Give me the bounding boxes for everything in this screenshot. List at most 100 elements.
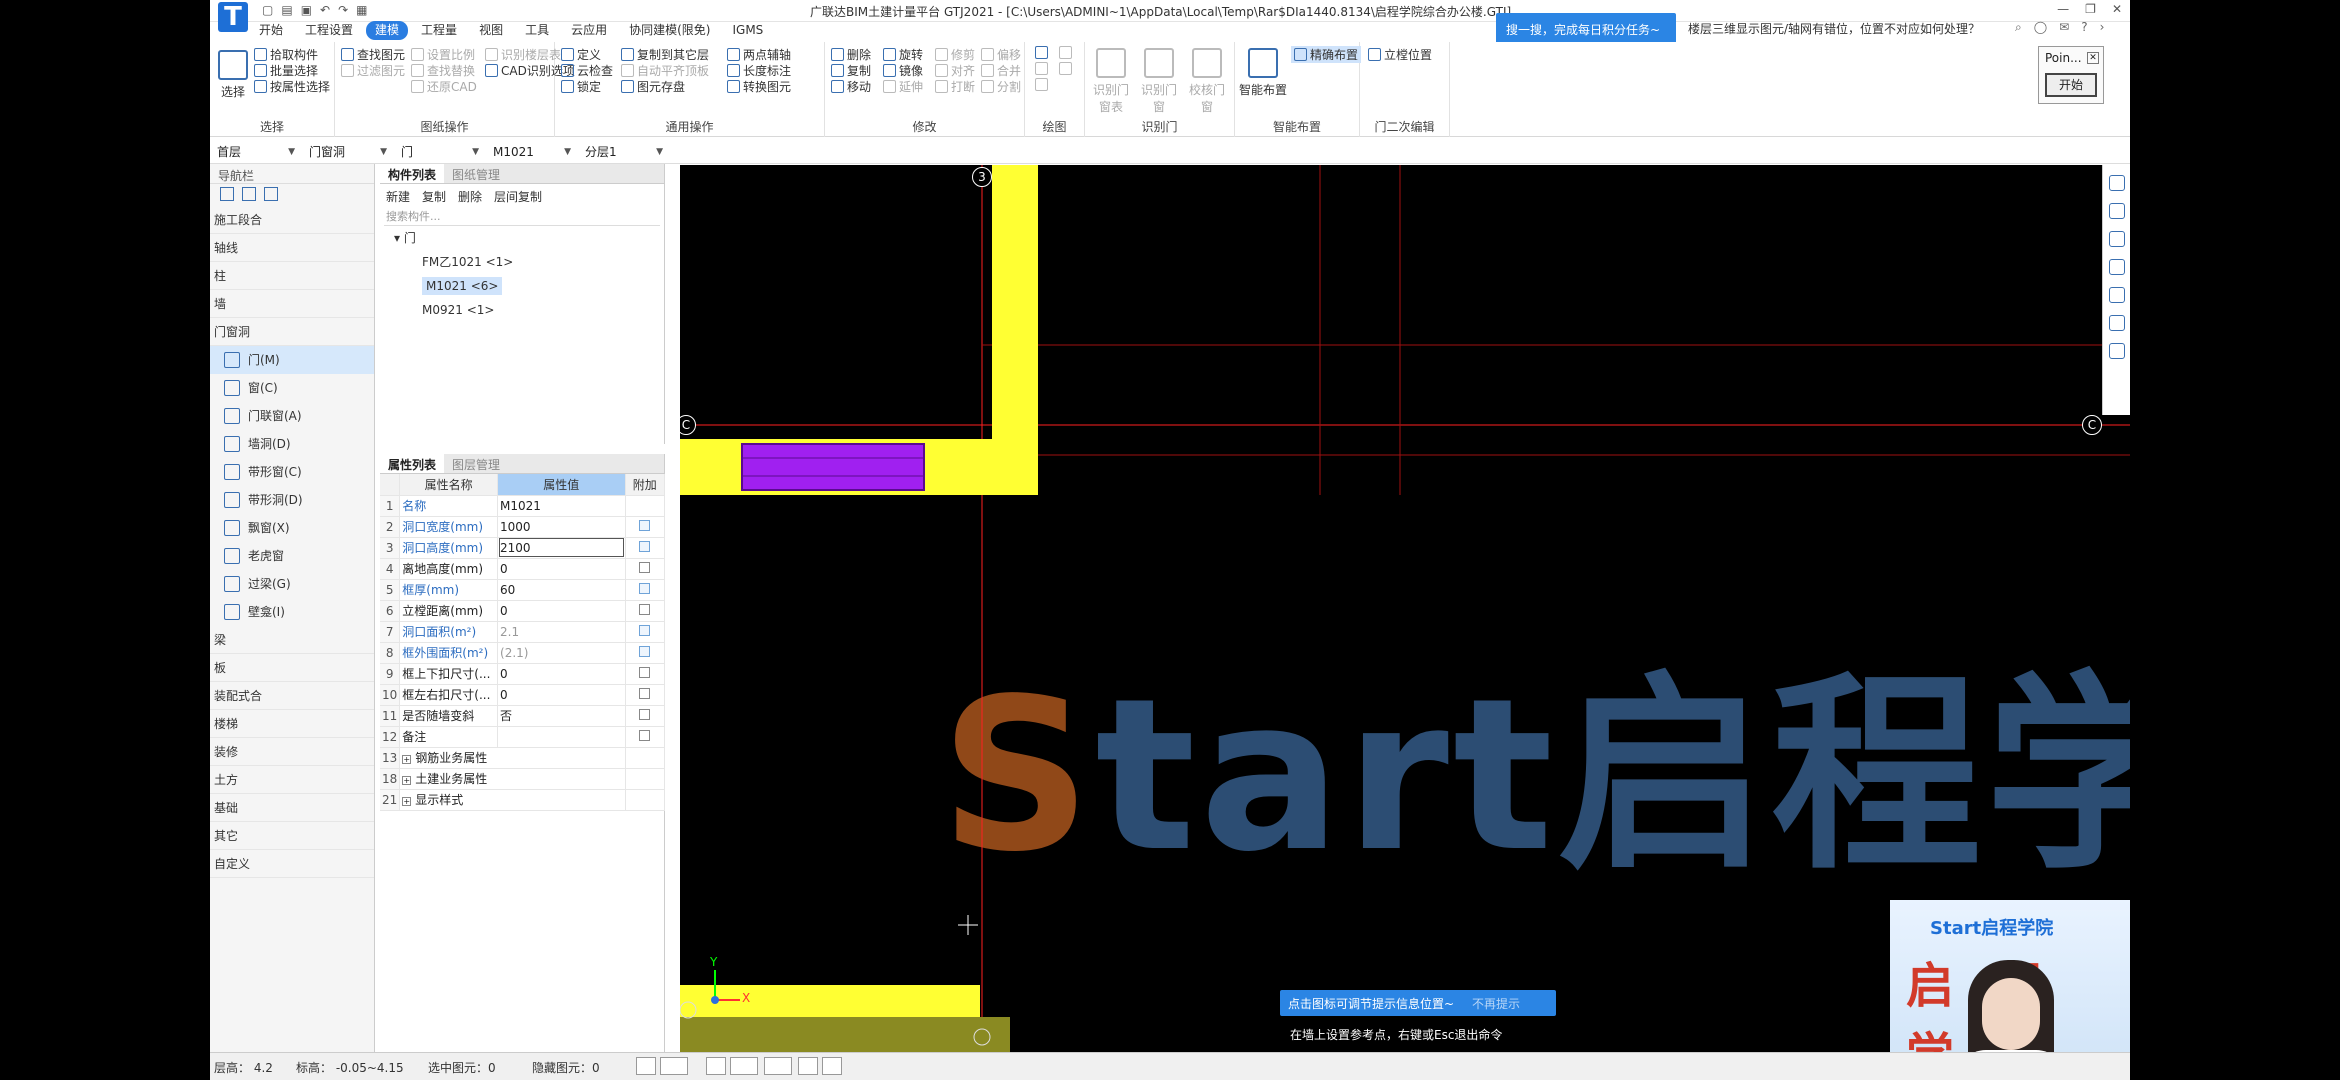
set-scale-button[interactable]: 设置比例 <box>411 46 475 63</box>
tree-item[interactable]: FM乙1021 <1> <box>394 250 664 274</box>
point-start-button[interactable]: 开始 <box>2045 73 2097 97</box>
extra-checkbox[interactable] <box>625 495 666 517</box>
property-value[interactable] <box>497 726 626 748</box>
property-group-row[interactable]: 18 + 土建业务属性 <box>380 768 666 790</box>
wall-bottom-lower[interactable] <box>680 1017 1010 1052</box>
tab-property-list[interactable]: 属性列表 <box>380 454 445 473</box>
nav-item-door-window[interactable]: 门联窗(A) <box>210 402 374 430</box>
pick-component-button[interactable]: 拾取构件 <box>254 46 318 63</box>
nav-cat-custom[interactable]: 自定义 <box>210 850 374 878</box>
tab-tools[interactable]: 工具 <box>516 21 558 40</box>
search-tip[interactable]: 搜一搜，完成每日积分任务~ <box>1496 13 1676 45</box>
settings-icon[interactable] <box>2108 315 2125 331</box>
property-group[interactable]: + 显示样式 <box>399 789 626 811</box>
two-point-axis-button[interactable]: 两点辅轴 <box>727 46 791 63</box>
checkbox-icon[interactable] <box>639 666 651 678</box>
extra-checkbox[interactable] <box>625 642 666 664</box>
lock-button[interactable]: 锁定 <box>561 78 601 95</box>
top-view-icon[interactable] <box>2108 231 2125 247</box>
precise-layout-button[interactable]: 精确布置 <box>1291 46 1362 63</box>
door-m1021[interactable] <box>741 443 925 491</box>
property-group-row[interactable]: 21 + 显示样式 <box>380 789 666 811</box>
property-value[interactable]: (2.1) <box>497 642 626 664</box>
nav-cat-decoration[interactable]: 装修 <box>210 738 374 766</box>
layer-icon[interactable] <box>2108 259 2125 275</box>
define-button[interactable]: 定义 <box>561 46 601 63</box>
move-button[interactable]: 移动 <box>831 78 871 95</box>
property-row[interactable]: 11 是否随墙变斜否 <box>380 705 666 727</box>
point-draw-button[interactable] <box>1035 46 1048 59</box>
cloud-check-button[interactable]: 云检查 <box>561 62 613 79</box>
property-value[interactable]: 0 <box>497 663 626 685</box>
nav-cat-construction[interactable]: 施工段合 <box>210 206 374 234</box>
checkbox-icon[interactable] <box>639 687 651 699</box>
pin-icon[interactable] <box>220 187 234 201</box>
type-select[interactable]: 门 ▼ <box>396 143 484 161</box>
nav-cat-stairs[interactable]: 楼梯 <box>210 710 374 738</box>
axis-label-c-right[interactable]: C <box>2082 415 2102 435</box>
nav-cat-column[interactable]: 柱 <box>210 262 374 290</box>
search-icon[interactable]: ⌕ <box>2015 20 2022 35</box>
close-icon[interactable]: ✕ <box>2112 2 2122 16</box>
checkbox-icon[interactable] <box>639 645 651 657</box>
align-button[interactable]: 对齐 <box>935 62 975 79</box>
checkbox-icon[interactable] <box>639 729 651 741</box>
filter-element-button[interactable]: 过滤图元 <box>341 62 405 79</box>
axis-label-3[interactable]: 3 <box>972 167 992 187</box>
tab-layer-management[interactable]: 图层管理 <box>444 454 508 473</box>
new-icon[interactable]: ▢ <box>262 3 273 19</box>
auto-align-slab-button[interactable]: 自动平齐顶板 <box>621 62 709 79</box>
offset-mode-icon[interactable] <box>764 1057 792 1075</box>
property-value[interactable]: 2.1 <box>497 621 626 643</box>
extra-checkbox[interactable] <box>625 516 666 538</box>
extra-checkbox[interactable] <box>625 726 666 748</box>
smart-layout-button[interactable]: 智能布置 <box>1239 48 1287 98</box>
property-group-row[interactable]: 13 + 钢筋业务属性 <box>380 747 666 769</box>
nav-item-strip-window[interactable]: 带形窗(C) <box>210 458 374 486</box>
trim-button[interactable]: 修剪 <box>935 46 975 63</box>
tab-component-list[interactable]: 构件列表 <box>380 164 445 183</box>
nav-item-window[interactable]: 窗(C) <box>210 374 374 402</box>
check-door-button[interactable]: 校核门窗 <box>1185 48 1229 115</box>
minimize-icon[interactable]: — <box>2057 2 2069 16</box>
copy-component-button[interactable]: 复制 <box>422 188 446 204</box>
nav-cat-opening[interactable]: 门窗洞 <box>210 318 374 346</box>
split-button[interactable]: 分割 <box>981 78 1021 95</box>
property-row[interactable]: 2 洞口宽度(mm) 1000 <box>380 516 666 538</box>
delete-button[interactable]: 删除 <box>831 46 871 63</box>
tab-drawing-management[interactable]: 图纸管理 <box>444 164 508 183</box>
property-value[interactable]: 0 <box>497 600 626 622</box>
property-value[interactable]: 否 <box>497 705 626 727</box>
property-group[interactable]: + 钢筋业务属性 <box>399 747 626 769</box>
nav-item-lintel[interactable]: 过梁(G) <box>210 570 374 598</box>
print-icon[interactable]: ▦ <box>356 3 367 19</box>
recognize-floors-button[interactable]: 识别楼层表 <box>485 46 561 63</box>
floor-select[interactable]: 首层 ▼ <box>212 143 300 161</box>
frame-position-button[interactable]: 立樘位置 <box>1368 46 1432 63</box>
property-value[interactable]: 60 <box>497 579 626 601</box>
3d-view-icon[interactable] <box>2108 175 2125 191</box>
nav-cat-axis[interactable]: 轴线 <box>210 234 374 262</box>
checkbox-icon[interactable] <box>639 540 651 552</box>
checkbox-icon[interactable] <box>639 603 651 615</box>
layer-select[interactable]: 分层1 ▼ <box>580 143 668 161</box>
batch-select-button[interactable]: 批量选择 <box>254 62 318 79</box>
extra-checkbox[interactable] <box>625 558 666 580</box>
detail-icon[interactable] <box>264 187 278 201</box>
dont-show-again-link[interactable]: 不再提示 <box>1472 995 1520 1012</box>
tree-item-selected[interactable]: M1021 <6> <box>394 274 664 298</box>
snap-icon[interactable] <box>660 1057 688 1075</box>
length-dimension-button[interactable]: 长度标注 <box>727 62 791 79</box>
rect-draw-button[interactable] <box>1059 62 1072 75</box>
checkbox-icon[interactable] <box>639 561 651 573</box>
tab-view[interactable]: 视图 <box>470 21 512 40</box>
category-select[interactable]: 门窗洞 ▼ <box>304 143 392 161</box>
notes-icon[interactable] <box>2108 343 2125 359</box>
nav-item-bay-window[interactable]: 飘窗(X) <box>210 514 374 542</box>
property-row[interactable]: 7 洞口面积(m²) 2.1 <box>380 621 666 643</box>
copy-to-floor-button[interactable]: 复制到其它层 <box>621 46 709 63</box>
extra-checkbox[interactable] <box>625 537 666 559</box>
tab-cloud[interactable]: 云应用 <box>562 21 616 40</box>
point-panel-close-icon[interactable]: ✕ <box>2087 52 2099 64</box>
select-button[interactable]: 选择 <box>216 50 250 100</box>
